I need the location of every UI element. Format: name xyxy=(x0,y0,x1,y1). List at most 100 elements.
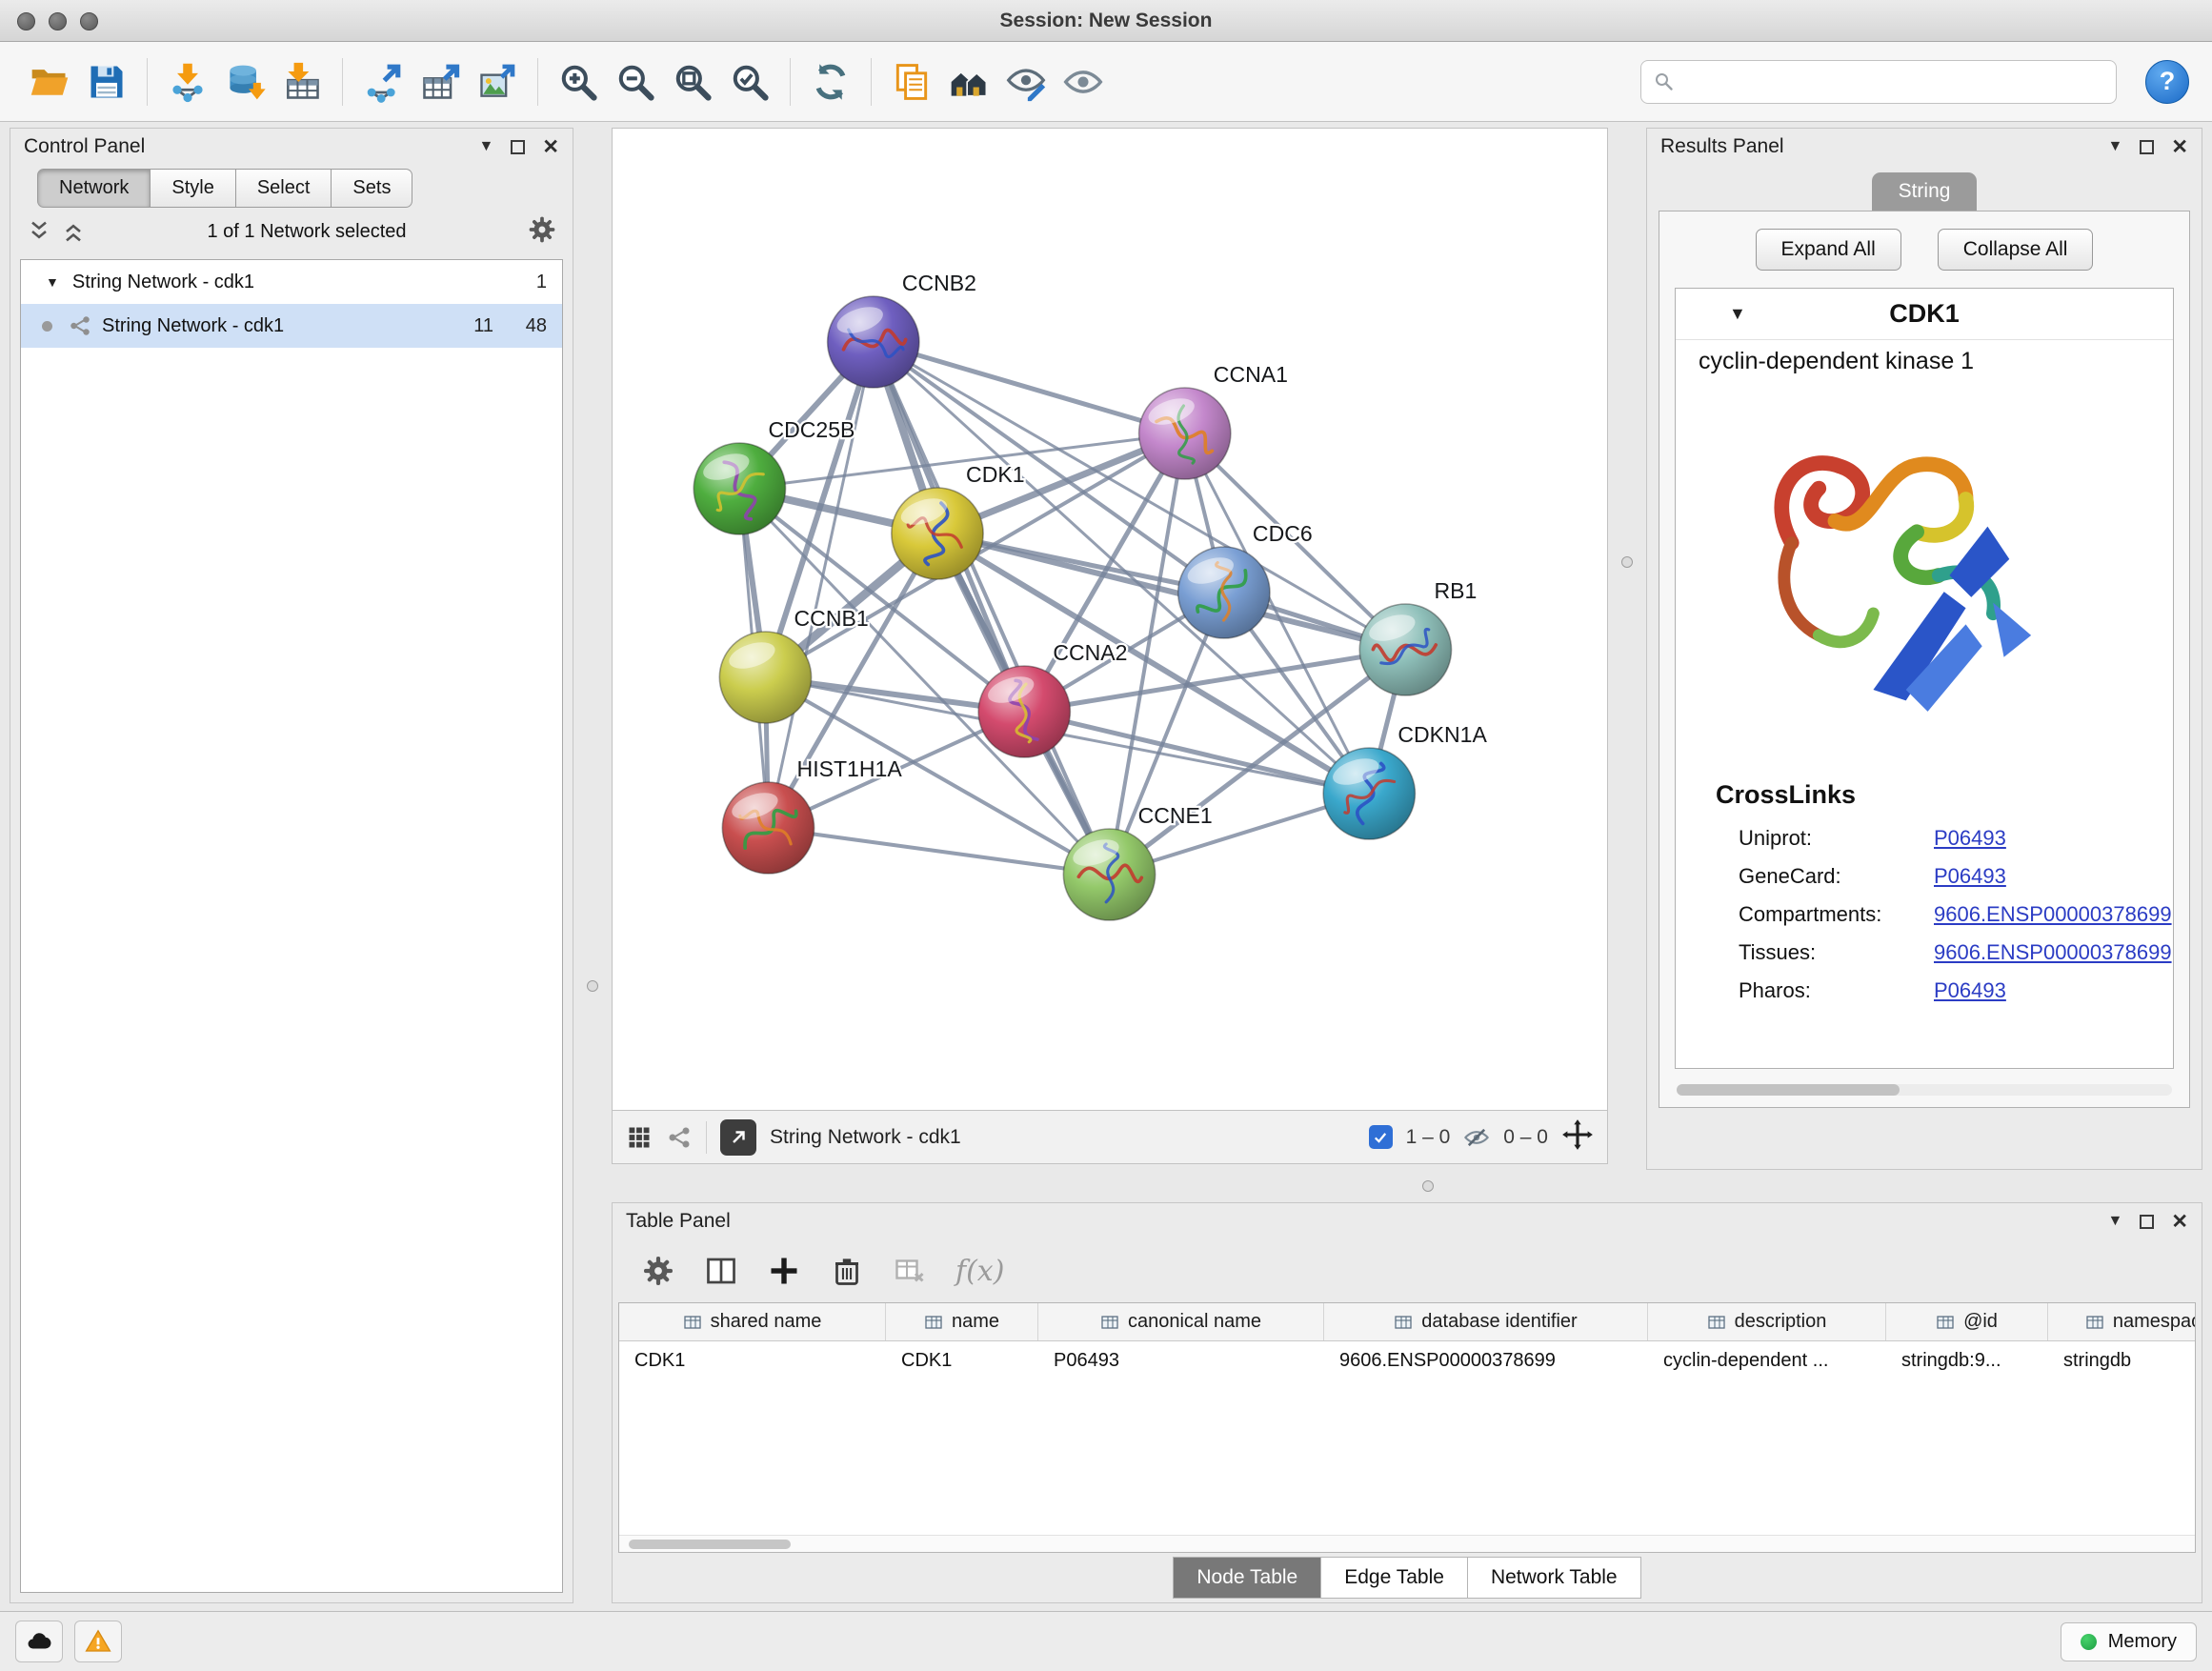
birdseye-view-icon[interactable] xyxy=(666,1124,693,1151)
gene-card-header[interactable]: ▼ CDK1 xyxy=(1676,289,2173,340)
crosslink-pharos-link[interactable]: P06493 xyxy=(1934,978,2006,1003)
network-canvas[interactable]: CCNB2CCNA1CDC25BCDK1CDC6RB1CCNB1CCNA2CDK… xyxy=(612,128,1608,1111)
cloud-status-button[interactable] xyxy=(15,1621,63,1662)
help-button[interactable]: ? xyxy=(2145,60,2189,104)
splitter-handle[interactable] xyxy=(1422,1180,1434,1192)
network-edge[interactable] xyxy=(937,534,1405,650)
panel-float-icon[interactable] xyxy=(2140,1215,2154,1229)
crosslink-compartments-link[interactable]: 9606.ENSP00000378699 xyxy=(1934,902,2172,927)
network-node-CCNB2[interactable]: CCNB2 xyxy=(828,271,976,388)
network-node-CDK1[interactable]: CDK1 xyxy=(892,462,1025,579)
network-edge[interactable] xyxy=(874,342,1110,875)
pan-mode-button[interactable] xyxy=(1561,1118,1594,1157)
import-table-button[interactable] xyxy=(275,52,329,111)
network-graph[interactable]: CCNB2CCNA1CDC25BCDK1CDC6RB1CCNB1CCNA2CDK… xyxy=(613,129,1607,1110)
table-scrollbar[interactable] xyxy=(619,1535,2195,1552)
network-options-button[interactable] xyxy=(527,214,557,250)
zoom-selected-button[interactable] xyxy=(723,52,776,111)
clone-network-button[interactable] xyxy=(885,52,938,111)
panel-menu-icon[interactable]: ▼ xyxy=(2108,1213,2123,1230)
edit-visibility-button[interactable] xyxy=(999,52,1053,111)
network-collection-row[interactable]: ▼ String Network - cdk1 1 xyxy=(21,260,562,304)
network-row-selected[interactable]: String Network - cdk1 11 48 xyxy=(21,304,562,348)
splitter-handle[interactable] xyxy=(1621,556,1633,568)
crosslink-genecard-link[interactable]: P06493 xyxy=(1934,864,2006,889)
table-settings-gear-icon[interactable] xyxy=(641,1254,675,1288)
open-session-button[interactable] xyxy=(23,52,76,111)
column-header-canonical-name[interactable]: canonical name xyxy=(1038,1303,1324,1340)
scrollbar-thumb[interactable] xyxy=(1677,1084,1900,1096)
network-edge[interactable] xyxy=(768,828,1109,875)
panel-menu-icon[interactable]: ▼ xyxy=(2108,138,2123,155)
delete-column-icon[interactable] xyxy=(830,1254,864,1288)
crosslink-uniprot-link[interactable]: P06493 xyxy=(1934,826,2006,851)
network-edge[interactable] xyxy=(768,342,873,828)
tab-sets[interactable]: Sets xyxy=(332,169,412,208)
memory-button[interactable]: Memory xyxy=(2061,1622,2197,1661)
column-header-database-identifier[interactable]: database identifier xyxy=(1324,1303,1648,1340)
grid-view-icon[interactable] xyxy=(626,1124,653,1151)
column-header--id[interactable]: @id xyxy=(1886,1303,2048,1340)
show-graphics-button[interactable] xyxy=(1056,52,1110,111)
network-node-CDKN1A[interactable]: CDKN1A xyxy=(1323,722,1487,839)
detach-view-button[interactable] xyxy=(720,1119,756,1156)
zoom-fit-button[interactable] xyxy=(666,52,719,111)
panel-close-icon[interactable]: ✕ xyxy=(2171,135,2188,159)
first-neighbors-button[interactable] xyxy=(942,52,995,111)
splitter-handle[interactable] xyxy=(587,980,598,992)
panel-menu-icon[interactable]: ▼ xyxy=(479,138,494,155)
tab-select[interactable]: Select xyxy=(236,169,332,208)
network-node-HIST1H1A[interactable]: HIST1H1A xyxy=(722,756,902,874)
save-session-button[interactable] xyxy=(80,52,133,111)
collapse-all-button[interactable]: Collapse All xyxy=(1938,229,2094,271)
zoom-out-button[interactable] xyxy=(609,52,662,111)
column-header-shared-name[interactable]: shared name xyxy=(619,1303,886,1340)
zoom-in-button[interactable] xyxy=(552,52,605,111)
tab-node-table[interactable]: Node Table xyxy=(1173,1557,1321,1599)
hidden-eye-icon[interactable] xyxy=(1463,1124,1490,1151)
network-edge[interactable] xyxy=(874,342,1185,433)
export-table-button[interactable] xyxy=(413,52,467,111)
scrollbar-thumb[interactable] xyxy=(629,1540,791,1549)
warnings-button[interactable] xyxy=(74,1621,122,1662)
network-node-RB1[interactable]: RB1 xyxy=(1359,578,1477,695)
search-input[interactable] xyxy=(1683,70,2104,92)
column-header-description[interactable]: description xyxy=(1648,1303,1886,1340)
export-image-button[interactable] xyxy=(471,52,524,111)
maximize-window-button[interactable] xyxy=(80,12,98,30)
horizontal-splitter[interactable] xyxy=(612,1170,2212,1202)
collapse-all-icon[interactable] xyxy=(26,218,52,245)
selected-checkbox[interactable] xyxy=(1369,1125,1393,1149)
export-network-button[interactable] xyxy=(356,52,410,111)
crosslink-tissues-link[interactable]: 9606.ENSP00000378699 xyxy=(1934,940,2172,965)
tab-network-table[interactable]: Network Table xyxy=(1468,1557,1641,1599)
tab-style[interactable]: Style xyxy=(151,169,235,208)
column-header-name[interactable]: name xyxy=(886,1303,1038,1340)
left-splitter[interactable] xyxy=(573,122,612,1611)
refresh-view-button[interactable] xyxy=(804,52,857,111)
expand-all-icon[interactable] xyxy=(60,218,87,245)
expand-all-button[interactable]: Expand All xyxy=(1756,229,1901,271)
show-columns-icon[interactable] xyxy=(704,1254,738,1288)
gene-collapse-icon[interactable]: ▼ xyxy=(1729,304,1746,324)
panel-close-icon[interactable]: ✕ xyxy=(2171,1210,2188,1234)
tab-network[interactable]: Network xyxy=(37,169,151,208)
panel-close-icon[interactable]: ✕ xyxy=(542,135,559,159)
network-node-CCNA1[interactable]: CCNA1 xyxy=(1139,362,1288,479)
tree-caret-icon[interactable]: ▼ xyxy=(46,274,59,290)
tab-edge-table[interactable]: Edge Table xyxy=(1321,1557,1468,1599)
import-network-database-button[interactable] xyxy=(218,52,271,111)
add-column-icon[interactable] xyxy=(767,1254,801,1288)
import-network-file-button[interactable] xyxy=(161,52,214,111)
minimize-window-button[interactable] xyxy=(49,12,67,30)
tab-string[interactable]: String xyxy=(1872,172,1978,211)
right-splitter[interactable] xyxy=(1608,122,1646,1170)
network-node-CCNB1[interactable]: CCNB1 xyxy=(719,606,868,723)
panel-float-icon[interactable] xyxy=(511,140,525,154)
column-header-namespac[interactable]: namespac xyxy=(2048,1303,2195,1340)
results-scrollbar[interactable] xyxy=(1677,1084,2172,1096)
close-window-button[interactable] xyxy=(17,12,35,30)
function-builder-button[interactable]: f(x) xyxy=(955,1255,1004,1288)
table-row[interactable]: CDK1CDK1P064939606.ENSP00000378699cyclin… xyxy=(619,1341,2195,1379)
panel-float-icon[interactable] xyxy=(2140,140,2154,154)
